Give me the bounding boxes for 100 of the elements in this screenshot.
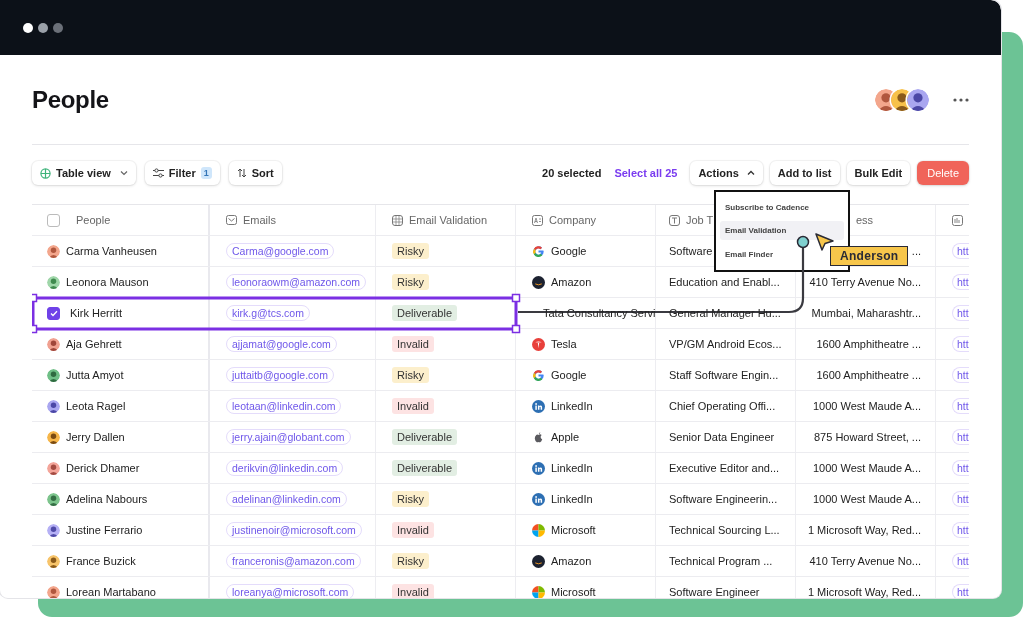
globe-icon <box>392 214 403 226</box>
company-name: LinkedIn <box>551 400 593 412</box>
validation-badge: Deliverable <box>392 460 458 476</box>
person-name: France Buzick <box>66 555 136 567</box>
address-text: 1000 West Maude A... <box>812 462 921 474</box>
address-text: 410 Terry Avenue No... <box>809 555 921 567</box>
company-name: Google <box>551 369 587 381</box>
company-name: LinkedIn <box>551 493 593 505</box>
address-text: 1600 Amphitheatre ... <box>816 338 921 350</box>
address-text: 1000 West Maude A... <box>812 400 921 412</box>
cursor-icon <box>815 233 834 251</box>
column-header: Job T <box>686 214 714 226</box>
google-logo-icon <box>532 244 545 258</box>
sort-icon <box>236 168 247 178</box>
document-icon <box>952 214 963 226</box>
validation-badge: Risky <box>392 553 429 569</box>
company-name: Google <box>551 245 587 257</box>
person-name: Aja Gehrett <box>66 338 122 350</box>
address-text: 410 Terry Avenue No... <box>809 276 921 288</box>
menu-item[interactable]: Subscribe to Cadence <box>720 198 844 218</box>
job-title: Software Engineerin... <box>669 493 778 505</box>
menu-item[interactable]: Email Validation <box>720 221 844 241</box>
company-name: Apple <box>551 431 580 443</box>
id-card-icon <box>532 214 543 226</box>
company-name: Microsoft <box>551 524 596 536</box>
address-text: 1 Microsoft Way, Red... <box>807 586 921 598</box>
column-header: Emails <box>243 214 276 226</box>
validation-badge: Invalid <box>392 398 434 414</box>
validation-badge: Deliverable <box>392 305 458 321</box>
address-text: 1000 West Maude A... <box>812 493 921 505</box>
address-text: 1600 Amphitheatre ... <box>816 369 921 381</box>
job-title: Executive Editor and... <box>669 462 780 474</box>
selected-count: 20 selected <box>542 167 602 179</box>
address-text: 1 Microsoft Way, Red... <box>807 524 921 536</box>
sort-button[interactable]: Sort <box>228 161 282 185</box>
toolbar-button[interactable]: Add to list <box>769 161 840 185</box>
window-dot-icon <box>23 22 33 33</box>
collaborator-name-tag: Anderson <box>830 246 909 266</box>
amazon-logo-icon <box>532 275 545 289</box>
person-name: Kirk Herritt <box>70 307 122 319</box>
linkedin-logo-icon <box>532 492 545 506</box>
address-text: Mumbai, Maharashtr... <box>811 307 921 319</box>
linkedin-logo-icon <box>532 399 545 413</box>
window-dot-icon <box>53 22 63 33</box>
apple-logo-icon <box>532 430 545 444</box>
person-name: Justine Ferrario <box>66 524 143 536</box>
text-field-icon <box>669 214 680 226</box>
company-name: Amazon <box>551 555 592 567</box>
envelope-icon <box>226 215 237 225</box>
job-title: Education and Enabl... <box>669 276 780 288</box>
delete-button[interactable]: Delete <box>917 161 969 185</box>
company-name: Microsoft <box>551 586 596 598</box>
job-title: Software Engineer <box>669 586 760 598</box>
grid-icon <box>40 167 51 179</box>
filter-button[interactable]: Filter 1 <box>144 161 220 185</box>
person-name: Derick Dhamer <box>66 462 140 474</box>
person-name: Carma Vanheusen <box>66 245 157 257</box>
job-title: VP/GM Android Ecos... <box>669 338 782 350</box>
microsoft-logo-icon <box>532 523 545 537</box>
window-dot-icon <box>38 22 48 33</box>
validation-badge: Risky <box>392 243 429 259</box>
actions-button[interactable]: Actions <box>690 161 763 185</box>
person-name: Jerry Dallen <box>66 431 125 443</box>
select-all-link[interactable]: Select all 25 <box>614 167 678 179</box>
select-all-checkbox[interactable] <box>47 213 60 227</box>
validation-badge: Invalid <box>392 584 434 598</box>
sliders-icon <box>152 168 164 178</box>
collaborator-avatar <box>907 88 929 111</box>
column-header: People <box>76 214 111 226</box>
column-header: Company <box>549 214 597 226</box>
job-title: Technical Sourcing L... <box>669 524 780 536</box>
person-name: Jutta Amyot <box>66 369 124 381</box>
job-title: Chief Operating Offi... <box>669 400 776 412</box>
tesla-logo-icon <box>532 337 545 351</box>
person-name: Lorean Martabano <box>66 586 156 598</box>
amazon-logo-icon <box>532 554 545 568</box>
validation-badge: Risky <box>392 367 429 383</box>
person-name: Leota Ragel <box>66 400 126 412</box>
validation-badge: Invalid <box>392 522 434 538</box>
google-logo-icon <box>532 368 545 382</box>
validation-badge: Invalid <box>392 336 434 352</box>
job-title: Staff Software Engin... <box>669 369 779 381</box>
validation-badge: Deliverable <box>392 429 458 445</box>
job-title: Senior Data Engineer <box>669 431 775 443</box>
person-name: Adelina Nabours <box>66 493 148 505</box>
more-icon[interactable] <box>953 96 969 103</box>
address-text: ... <box>911 245 921 257</box>
validation-badge: Risky <box>392 274 429 290</box>
validation-badge: Risky <box>392 491 429 507</box>
job-title: Software <box>669 245 713 257</box>
page-title: People <box>32 85 110 114</box>
microsoft-logo-icon <box>532 585 545 598</box>
address-text: 875 Howard Street, ... <box>814 431 921 443</box>
linkedin-logo-icon <box>532 461 545 475</box>
row-checkbox[interactable] <box>47 306 60 320</box>
company-name: Amazon <box>551 276 592 288</box>
toolbar-button[interactable]: Bulk Edit <box>846 161 911 185</box>
filter-count-badge: 1 <box>200 167 212 179</box>
company-name: LinkedIn <box>551 462 593 474</box>
table-view-button[interactable]: Table view <box>32 161 136 185</box>
